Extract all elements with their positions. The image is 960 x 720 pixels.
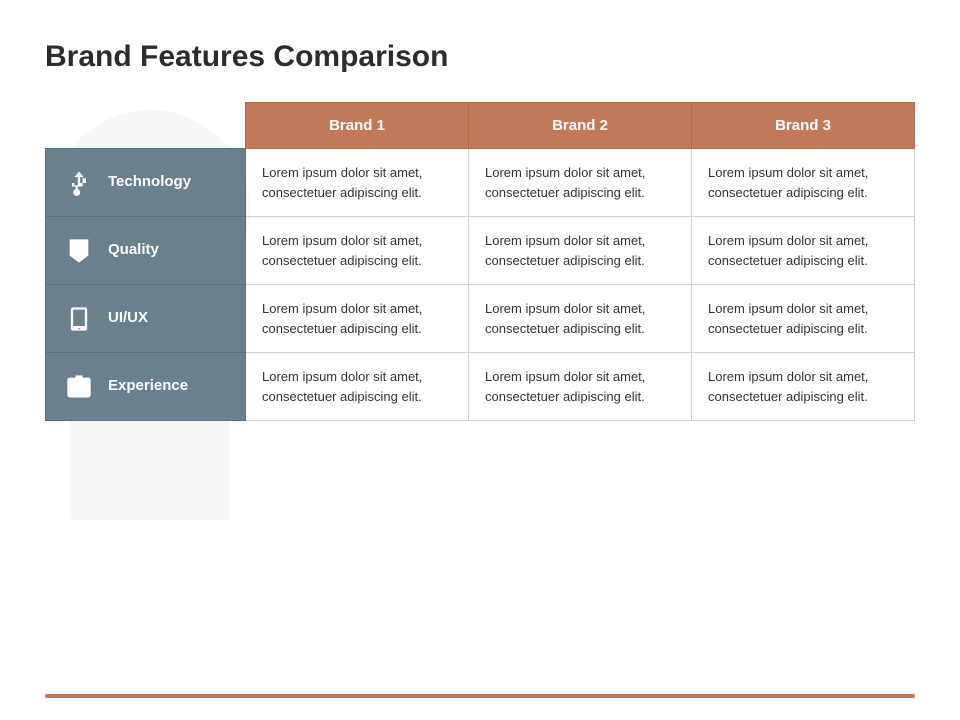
cell-experience-brand3: Lorem ipsum dolor sit amet, consectetuer… <box>692 353 915 421</box>
feature-label-cell-quality: Quality <box>46 217 246 285</box>
cell-experience-brand1: Lorem ipsum dolor sit amet, consectetuer… <box>246 353 469 421</box>
cell-uiux-brand2: Lorem ipsum dolor sit amet, consectetuer… <box>469 285 692 353</box>
star-badge-icon <box>62 234 96 268</box>
table-row: Technology Lorem ipsum dolor sit amet, co… <box>46 149 915 217</box>
cell-technology-brand2: Lorem ipsum dolor sit amet, consectetuer… <box>469 149 692 217</box>
feature-label-cell-uiux: UI/UX <box>46 285 246 353</box>
cell-quality-brand3: Lorem ipsum dolor sit amet, consectetuer… <box>692 217 915 285</box>
header-brand3: Brand 3 <box>692 103 915 149</box>
feature-label-experience: Experience <box>62 370 229 404</box>
cell-technology-brand1: Lorem ipsum dolor sit amet, consectetuer… <box>246 149 469 217</box>
table-row: Quality Lorem ipsum dolor sit amet, conse… <box>46 217 915 285</box>
cell-technology-brand3: Lorem ipsum dolor sit amet, consectetuer… <box>692 149 915 217</box>
cell-uiux-brand3: Lorem ipsum dolor sit amet, consectetuer… <box>692 285 915 353</box>
table-row: UI/UX Lorem ipsum dolor sit amet, consect… <box>46 285 915 353</box>
cell-quality-brand2: Lorem ipsum dolor sit amet, consectetuer… <box>469 217 692 285</box>
feature-label-text-uiux: UI/UX <box>108 307 148 330</box>
slide: Brand Features Comparison Brand 1 Brand … <box>0 0 960 720</box>
cell-uiux-brand1: Lorem ipsum dolor sit amet, consectetuer… <box>246 285 469 353</box>
cell-experience-brand2: Lorem ipsum dolor sit amet, consectetuer… <box>469 353 692 421</box>
feature-label-quality: Quality <box>62 234 229 268</box>
feature-label-technology: Technology <box>62 166 229 200</box>
feature-label-text-experience: Experience <box>108 375 188 398</box>
usb-icon <box>62 166 96 200</box>
header-brand2: Brand 2 <box>469 103 692 149</box>
table-header-row: Brand 1 Brand 2 Brand 3 <box>46 103 915 149</box>
feature-label-cell-technology: Technology <box>46 149 246 217</box>
briefcase-icon <box>62 370 96 404</box>
cell-quality-brand1: Lorem ipsum dolor sit amet, consectetuer… <box>246 217 469 285</box>
feature-label-uiux: UI/UX <box>62 302 229 336</box>
feature-label-text-quality: Quality <box>108 239 159 262</box>
bottom-accent-line <box>45 694 915 698</box>
feature-label-cell-experience: Experience <box>46 353 246 421</box>
feature-label-text-technology: Technology <box>108 171 191 194</box>
comparison-table: Brand 1 Brand 2 Brand 3 Technology Lorem … <box>45 102 915 421</box>
table-row: Experience Lorem ipsum dolor sit amet, co… <box>46 353 915 421</box>
mobile-icon <box>62 302 96 336</box>
header-brand1: Brand 1 <box>246 103 469 149</box>
header-empty-cell <box>46 103 246 149</box>
page-title: Brand Features Comparison <box>45 40 915 74</box>
